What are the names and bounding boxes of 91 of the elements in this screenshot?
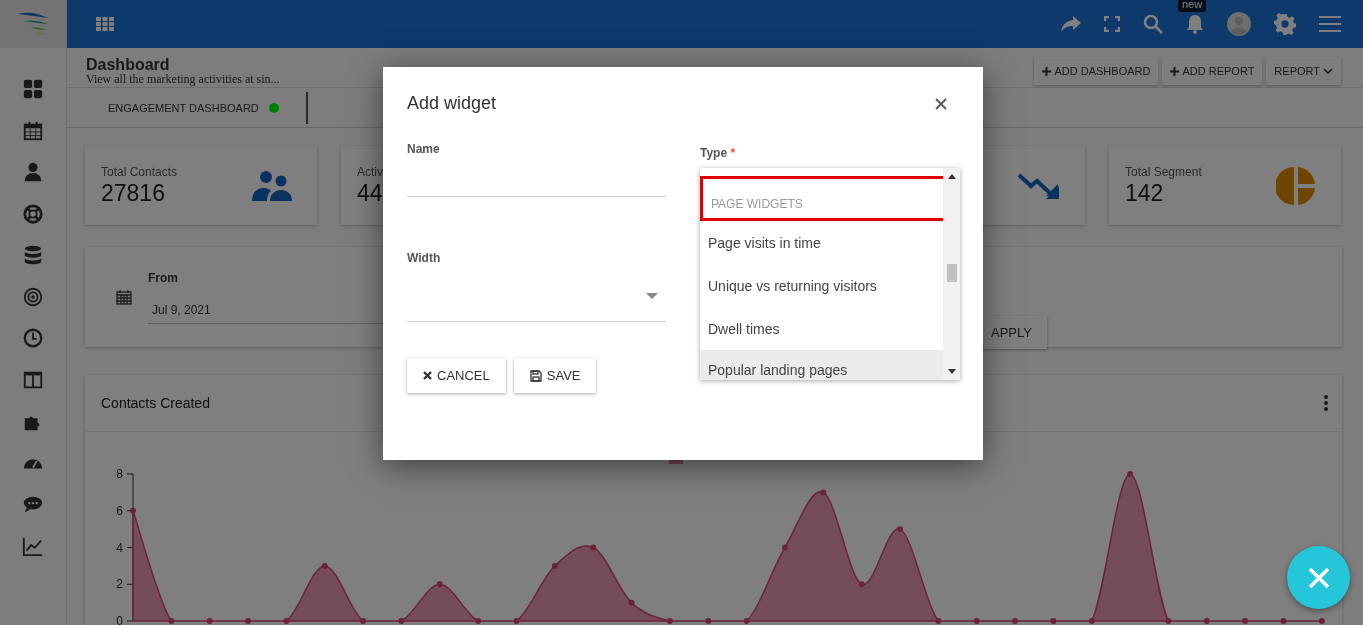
data-point xyxy=(1203,618,1210,624)
data-point xyxy=(858,581,865,588)
data-point xyxy=(513,618,520,624)
search-icon[interactable] xyxy=(1143,14,1163,34)
lifebuoy-icon[interactable] xyxy=(22,202,44,225)
tick-label: 8 xyxy=(116,467,123,481)
cancel-button[interactable]: CANCEL xyxy=(407,358,506,393)
field-label: Name xyxy=(407,142,441,156)
data-point xyxy=(705,618,712,624)
trend-down-icon xyxy=(1018,171,1060,200)
data-point xyxy=(1165,618,1172,624)
scrollbar-track[interactable] xyxy=(943,168,960,380)
share-icon[interactable] xyxy=(1061,16,1081,32)
calendar-icon[interactable] xyxy=(22,119,44,142)
apps-icon[interactable] xyxy=(96,17,114,31)
fullscreen-icon[interactable] xyxy=(1104,16,1120,32)
data-point xyxy=(360,618,367,624)
chart-title: Contacts Created xyxy=(101,395,210,411)
add-button[interactable]: ADD DASHBOARD xyxy=(1034,57,1159,85)
data-point xyxy=(475,618,482,624)
data-point xyxy=(283,618,290,624)
field-label: Width xyxy=(407,251,442,265)
close-icon xyxy=(423,371,432,380)
data-point xyxy=(551,562,558,569)
dropdown-option[interactable]: Page visits in time xyxy=(700,221,943,264)
data-point xyxy=(1088,618,1095,624)
data-point xyxy=(1318,618,1325,624)
stat-label: Total Segment xyxy=(1125,164,1202,179)
scrollbar-thumb[interactable] xyxy=(946,264,957,282)
data-point xyxy=(590,544,597,551)
scroll-up-icon[interactable] xyxy=(947,174,956,179)
people-icon xyxy=(252,170,292,201)
stat-value: 142 xyxy=(1125,179,1165,207)
data-point xyxy=(1280,618,1287,624)
clock-icon[interactable] xyxy=(22,327,44,349)
data-point xyxy=(130,507,136,514)
data-point xyxy=(436,581,443,588)
plus-icon xyxy=(1042,66,1052,76)
tick-label: 6 xyxy=(116,503,123,518)
data-point xyxy=(897,526,903,533)
data-point xyxy=(1127,471,1134,477)
tick-label: 0 xyxy=(116,614,123,625)
plus-icon xyxy=(1170,66,1180,76)
tick-label: 2 xyxy=(116,577,123,592)
dropdown-option[interactable]: Popular landing pages xyxy=(700,350,943,380)
data-point xyxy=(973,618,980,624)
more-icon[interactable] xyxy=(1324,395,1328,411)
data-point xyxy=(628,599,635,606)
data-point xyxy=(1012,618,1019,624)
stat-label: Activ xyxy=(357,164,383,179)
page-title: Dashboard xyxy=(86,57,171,73)
data-point xyxy=(1050,618,1057,624)
field-label: From xyxy=(148,270,179,285)
target-icon[interactable] xyxy=(22,285,44,308)
pie-chart-icon xyxy=(1276,165,1316,206)
menu-icon[interactable] xyxy=(1319,16,1341,32)
stat-value: 27816 xyxy=(101,179,166,207)
data-point xyxy=(935,618,942,624)
save-button[interactable]: SAVE xyxy=(513,358,597,393)
tick-label: 4 xyxy=(116,540,123,555)
close-icon[interactable] xyxy=(935,97,947,110)
dropdown-option[interactable]: Dwell times xyxy=(700,307,943,350)
database-icon[interactable] xyxy=(22,244,44,266)
page-subtitle: View all the marketing activities at sin... xyxy=(86,73,280,86)
data-point xyxy=(781,544,788,551)
calendar-icon xyxy=(116,289,132,305)
data-point xyxy=(321,562,328,569)
data-point xyxy=(398,618,405,624)
data-point xyxy=(743,618,750,624)
notification-badge: new xyxy=(1178,0,1207,12)
data-point xyxy=(666,618,673,624)
stat-label: Total Contacts xyxy=(101,164,178,179)
data-point xyxy=(1242,618,1249,624)
data-point xyxy=(245,618,252,624)
data-point xyxy=(206,618,213,624)
data-point xyxy=(168,618,175,624)
dialog-title: Add widget xyxy=(407,93,497,114)
field-label: Type * xyxy=(700,146,737,160)
report-menu-button[interactable]: REPORT xyxy=(1266,57,1341,85)
chevron-down-icon xyxy=(1323,68,1333,74)
avatar-icon[interactable] xyxy=(1227,12,1251,36)
close-icon xyxy=(1307,566,1330,589)
caret-icon xyxy=(646,293,658,299)
bell-icon[interactable] xyxy=(1186,14,1204,34)
stat-value: 44 xyxy=(357,179,383,207)
settings-icon[interactable] xyxy=(1274,13,1296,35)
dropdown-option[interactable]: Unique vs returning visitors xyxy=(700,264,943,307)
person-icon[interactable] xyxy=(22,161,44,183)
add-button[interactable]: ADD REPORT xyxy=(1162,57,1263,85)
dashboard-icon[interactable] xyxy=(22,78,44,100)
data-point xyxy=(820,489,827,496)
